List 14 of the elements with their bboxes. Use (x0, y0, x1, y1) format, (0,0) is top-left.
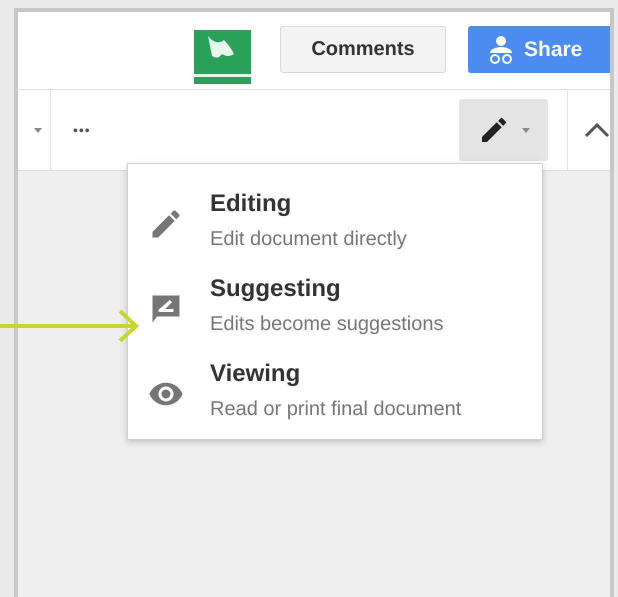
people-icon (488, 34, 514, 64)
menu-item-title[interactable]: Suggesting (210, 275, 444, 303)
more-button[interactable]: ••• (73, 122, 91, 138)
menu-item-description: Edit document directly (210, 228, 407, 251)
comments-button[interactable]: Comments (280, 26, 446, 73)
menu-item-description: Edits become suggestions (210, 313, 444, 336)
menu-item-description: Read or print final document (210, 398, 462, 421)
mode-button[interactable] (459, 99, 548, 161)
caret-icon (522, 128, 530, 132)
menu-item-title[interactable]: Editing (210, 190, 407, 218)
caret-icon[interactable] (34, 128, 42, 132)
avatar-icon[interactable] (194, 30, 251, 84)
menu-item-title[interactable]: Viewing (210, 360, 462, 388)
chevron-up-icon[interactable] (584, 122, 610, 138)
